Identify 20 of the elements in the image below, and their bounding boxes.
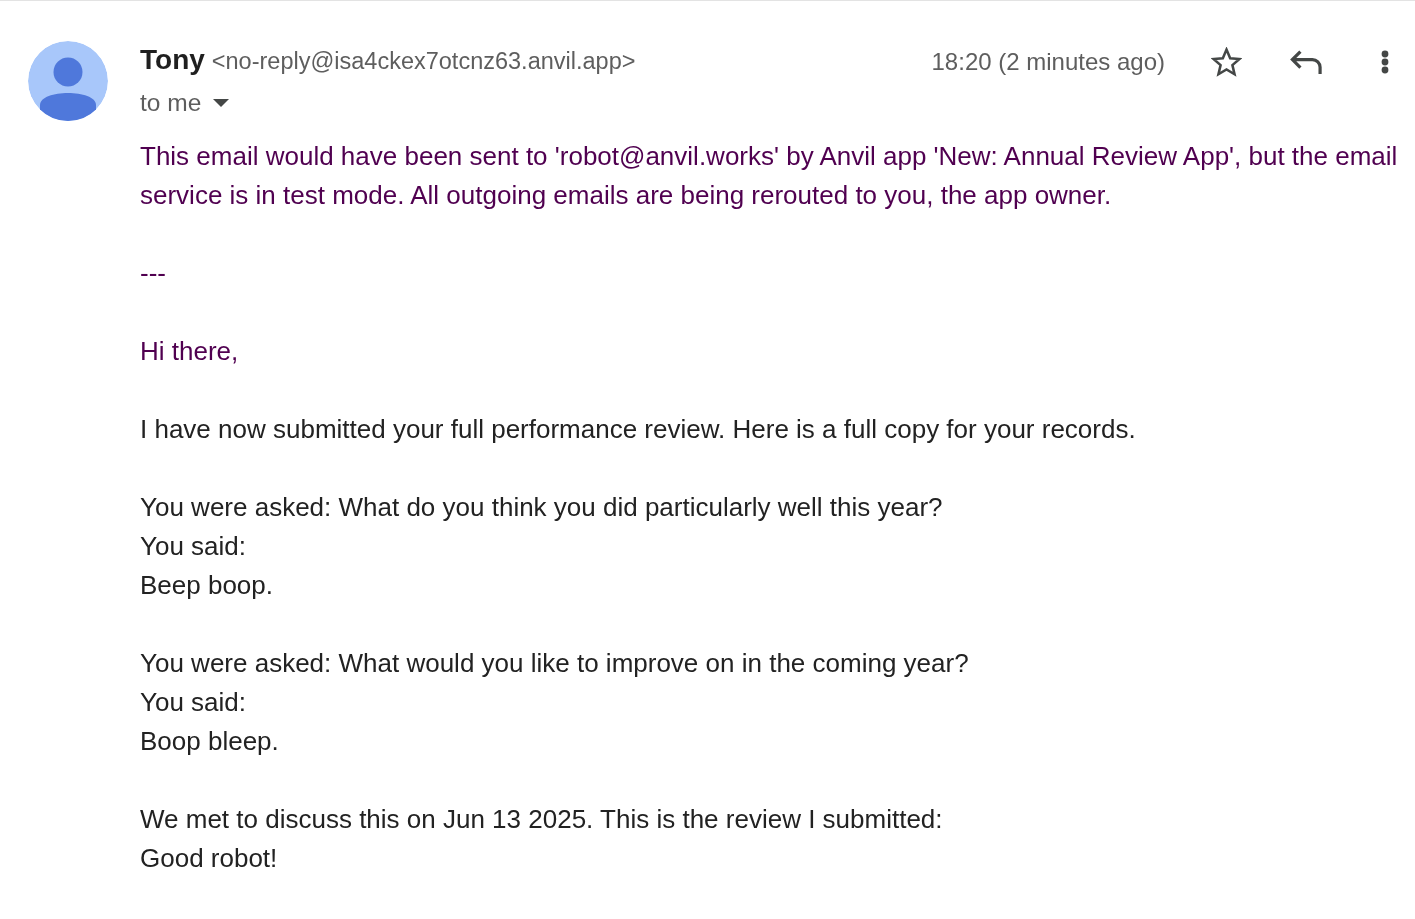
notice-text: This email would have been sent to 'robot@anvil.works' by Anvil app 'New: Annual Review App', but the email service is in test mode. All outgoing emails are being rerouted to you, the app owner. [140,140,1399,212]
caret-icon [213,99,230,107]
body-text: Boop bleep. [140,725,280,758]
reply-icon [1290,50,1322,74]
body-text: You were asked: What do you think you did particularly well this year? [140,491,944,524]
sender-email: <no-reply@isa4ckex7otcnz63.anvil.app> [211,47,636,76]
more-icon [1381,50,1389,74]
notice-text: Hi there, [140,335,240,368]
body-text: You said: [140,530,248,563]
avatar-icon [28,41,108,121]
notice-text: --- [140,257,167,290]
sender-name: Tony [140,44,205,76]
body-text: I have now submitted your full performance review. Here is a full copy for your records. [140,413,1137,446]
body-text: You were asked: What would you like to improve on in the coming year? [140,647,970,680]
body-text: Good robot! [140,842,279,875]
body-text: You said: [140,686,248,719]
body-text: We met to discuss this on Jun 13 2025. This is the review I submitted: [140,803,944,836]
timestamp: 18:20 (2 minutes ago) [931,47,1165,77]
body-text: Beep boop. [140,569,274,602]
recipient-label: to me [140,88,202,118]
